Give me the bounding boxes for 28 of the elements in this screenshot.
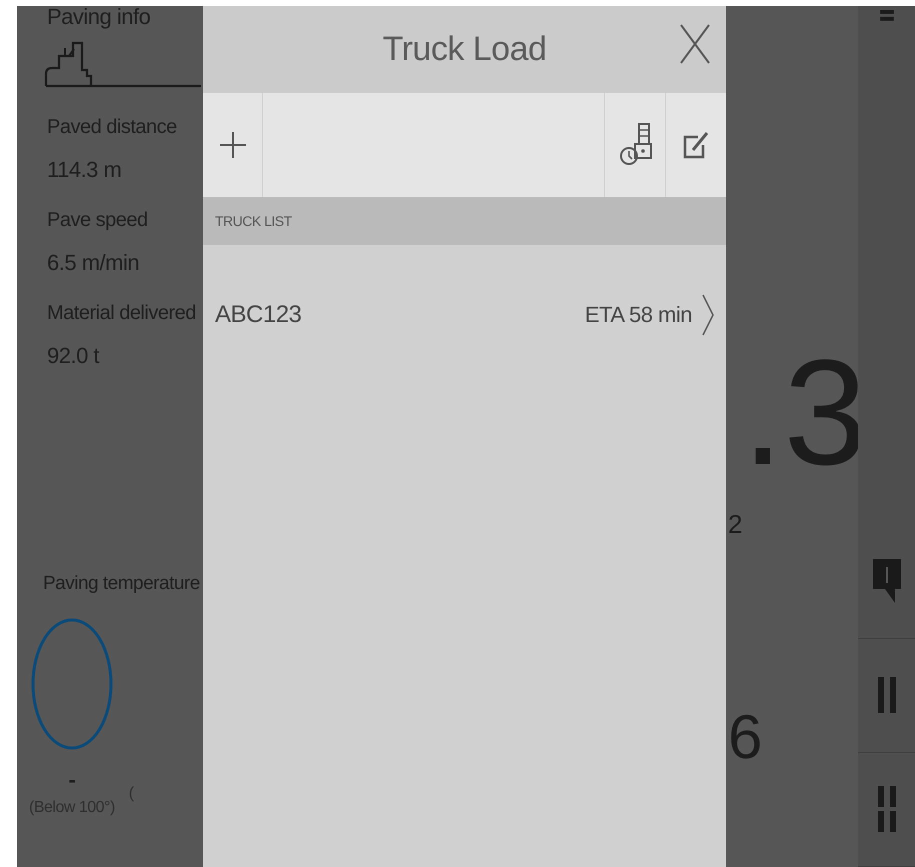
chevron-icon (702, 294, 714, 336)
truck-name: ABC123 (215, 301, 302, 329)
pause-icon[interactable] (878, 677, 896, 714)
plus-icon (220, 132, 246, 158)
stat-value: 6.5 m/min (47, 250, 140, 276)
close-icon[interactable] (680, 24, 710, 64)
section-title: Paving temperature (43, 573, 200, 595)
stat-value: 114.3 m (47, 157, 122, 183)
edit-icon (683, 130, 709, 160)
reading-value: .3 (742, 327, 868, 498)
info-icon[interactable] (872, 559, 900, 604)
menu-icon[interactable] (880, 10, 894, 22)
temperature-range: ( (128, 785, 134, 803)
stat-label: Material delivered (47, 302, 197, 325)
reading-value: 2 (728, 510, 743, 536)
panel-title: Paving info (47, 4, 152, 30)
dialog-title: Truck Load (382, 30, 546, 69)
truck-eta: ETA 58 min (584, 302, 692, 328)
stat-label: Pave speed (47, 209, 149, 232)
paver-icon (43, 40, 201, 90)
reading-value: 6 (728, 706, 763, 768)
section-header: TRUCK LIST (203, 197, 726, 245)
grid-icon[interactable] (878, 786, 896, 832)
stat-label: Paved distance (47, 116, 178, 139)
history-icon (617, 122, 653, 168)
temperature-value: - (68, 767, 76, 793)
truck-row[interactable]: ABC123 ETA 58 min (203, 289, 726, 341)
stat-value: 92.0 t (47, 343, 100, 369)
